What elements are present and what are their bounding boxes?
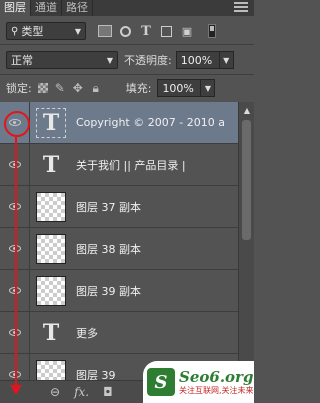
smart-object-filter-icon[interactable]: ▣ xyxy=(180,25,194,38)
layer-row[interactable]: T Copyright © 2007 - 2010 a xyxy=(0,102,238,144)
link-layers-icon[interactable]: ⊖ xyxy=(50,385,60,399)
adjustment-filter-icon[interactable] xyxy=(120,25,131,37)
watermark-logo: S xyxy=(147,368,175,396)
layer-name: 图层 37 副本 xyxy=(76,200,141,214)
chevron-down-icon: ▼ xyxy=(74,26,81,36)
layers-scrollbar[interactable]: ▲ xyxy=(238,102,254,380)
blend-mode-select[interactable]: 正常 ▼ xyxy=(6,51,118,69)
filter-row: ⚲ 类型 ▼ T ▣ xyxy=(0,20,254,42)
layer-row[interactable]: T 更多 xyxy=(0,311,238,354)
layer-row[interactable]: 图层 39 副本 xyxy=(0,269,238,312)
layer-row[interactable]: 图层 38 副本 xyxy=(0,227,238,270)
raster-layer-thumbnail xyxy=(36,359,66,380)
layer-name: Copyright © 2007 - 2010 a xyxy=(76,116,225,129)
raster-layer-thumbnail xyxy=(36,275,66,306)
shape-filter-icon[interactable] xyxy=(161,25,172,37)
layer-row[interactable]: 图层 37 副本 xyxy=(0,185,238,228)
layer-name: 更多 xyxy=(76,326,98,340)
text-layer-thumbnail: T xyxy=(42,151,60,178)
filter-toggle[interactable] xyxy=(208,24,216,38)
lock-pixels-icon[interactable]: ✎ xyxy=(54,81,66,95)
layer-style-fx-button[interactable]: fx. xyxy=(74,385,89,399)
lock-all-icon[interactable]: 🔒︎ xyxy=(90,81,102,96)
filter-icons: T ▣ xyxy=(98,24,194,39)
fill-input[interactable]: 100% xyxy=(157,79,202,97)
lock-position-icon[interactable]: ✥ xyxy=(72,81,84,95)
lock-icons: ✎ ✥ 🔒︎ xyxy=(37,81,102,96)
raster-layer-thumbnail xyxy=(36,233,66,264)
layer-name: 图层 38 副本 xyxy=(76,242,141,256)
annotation-circle xyxy=(4,111,30,137)
lock-label: 锁定: xyxy=(6,82,32,95)
raster-layer-thumbnail xyxy=(36,191,66,222)
fill-dropdown-button[interactable]: ▼ xyxy=(201,79,216,97)
annotation-line xyxy=(15,137,17,388)
layer-name: 关于我们 || 产品目录 | xyxy=(76,158,186,172)
tab-layers[interactable]: 图层 xyxy=(0,0,31,16)
add-mask-icon[interactable]: ◘ xyxy=(103,385,113,399)
annotation-arrow-icon xyxy=(10,385,22,395)
layer-row[interactable]: T 关于我们 || 产品目录 | xyxy=(0,143,238,186)
scroll-up-arrow-icon[interactable]: ▲ xyxy=(239,102,255,118)
opacity-input[interactable]: 100% xyxy=(175,51,220,69)
chevron-down-icon: ▼ xyxy=(106,55,113,65)
lock-row: 锁定: ✎ ✥ 🔒︎ 填充: 100% ▼ xyxy=(0,78,254,98)
blend-mode-value: 正常 xyxy=(11,54,33,67)
opacity-dropdown-button[interactable]: ▼ xyxy=(219,51,234,69)
tab-channels[interactable]: 通道 xyxy=(31,0,62,16)
watermark-text: Seo6.org 关注互联网,关注未来 xyxy=(179,369,254,396)
text-layer-thumbnail: T xyxy=(42,319,60,346)
filter-kind-select[interactable]: ⚲ 类型 ▼ xyxy=(6,22,86,40)
blend-row: 正常 ▼ 不透明度: 100% ▼ xyxy=(0,50,254,70)
type-filter-icon[interactable]: T xyxy=(139,24,153,39)
watermark-slogan: 关注互联网,关注未来 xyxy=(179,385,254,395)
layer-name: 图层 39 xyxy=(76,368,116,381)
text-layer-thumbnail: T xyxy=(36,107,66,138)
image-filter-icon[interactable] xyxy=(98,25,112,37)
layers-list: T Copyright © 2007 - 2010 a T 关于我们 || 产品… xyxy=(0,102,238,380)
divider xyxy=(0,74,254,75)
panel-menu-icon[interactable] xyxy=(234,2,248,14)
opacity-label: 不透明度: xyxy=(124,54,172,67)
tab-paths[interactable]: 路径 xyxy=(62,0,93,16)
lock-transparent-icon[interactable] xyxy=(37,83,48,93)
filter-kind-label: 类型 xyxy=(21,25,44,38)
scroll-thumb[interactable] xyxy=(242,120,251,240)
watermark: S Seo6.org 关注互联网,关注未来 xyxy=(143,361,254,403)
search-icon: ⚲ xyxy=(11,25,19,37)
watermark-domain: Seo6.org xyxy=(179,367,254,386)
divider xyxy=(0,44,254,45)
fill-label: 填充: xyxy=(125,82,152,95)
layer-name: 图层 39 副本 xyxy=(76,284,141,298)
panel-tabs: 图层 通道 路径 xyxy=(0,0,254,16)
